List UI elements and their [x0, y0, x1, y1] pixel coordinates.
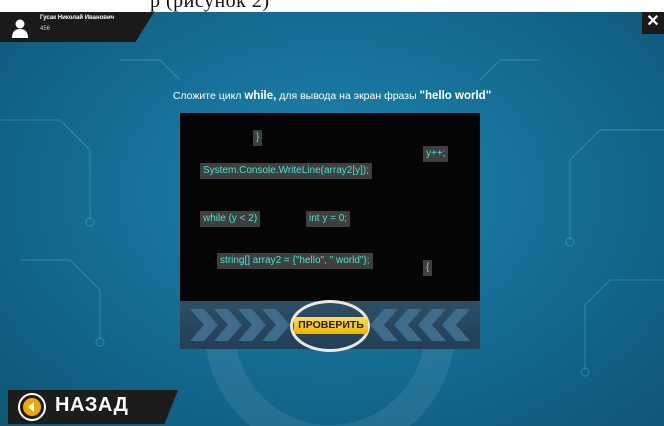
game-screen: р (рисунок 2) Гусак Николай Иванович 456…: [0, 0, 664, 426]
user-score: 456: [40, 26, 51, 32]
check-button[interactable]: ПРОВЕРИТЬ: [294, 317, 368, 334]
close-icon[interactable]: ✕: [642, 12, 664, 34]
code-block-while[interactable]: while (y < 2): [200, 211, 261, 227]
code-block-increment[interactable]: y++;: [423, 146, 449, 162]
code-block-open-brace[interactable]: {: [423, 260, 433, 276]
user-name: Гусак Николай Иванович: [40, 15, 115, 21]
task-keyword: while,: [244, 90, 277, 102]
code-block-init[interactable]: int y = 0;: [306, 211, 351, 227]
code-block-writeline[interactable]: System.Console.WriteLine(array2[y]);: [200, 163, 372, 179]
task-middle: для вывода на экран фразы: [276, 90, 420, 102]
top-page-strip: р (рисунок 2): [0, 0, 664, 12]
task-prefix: Сложите цикл: [172, 90, 245, 102]
task-instruction: Сложите цикл while, для вывода на экран …: [0, 90, 664, 102]
back-button-label[interactable]: НАЗАД: [55, 394, 128, 417]
user-silhouette-icon: [12, 19, 28, 38]
code-board: } y++; System.Console.WriteLine(array2[y…: [180, 113, 480, 301]
task-phrase: "hello world": [419, 90, 492, 102]
page-fragment-text: р (рисунок 2): [150, 0, 270, 12]
code-block-array[interactable]: string[] array2 = {"hello", " world"};: [217, 253, 373, 269]
back-arrow-icon[interactable]: [18, 393, 46, 421]
code-block-close-brace[interactable]: }: [253, 130, 263, 146]
